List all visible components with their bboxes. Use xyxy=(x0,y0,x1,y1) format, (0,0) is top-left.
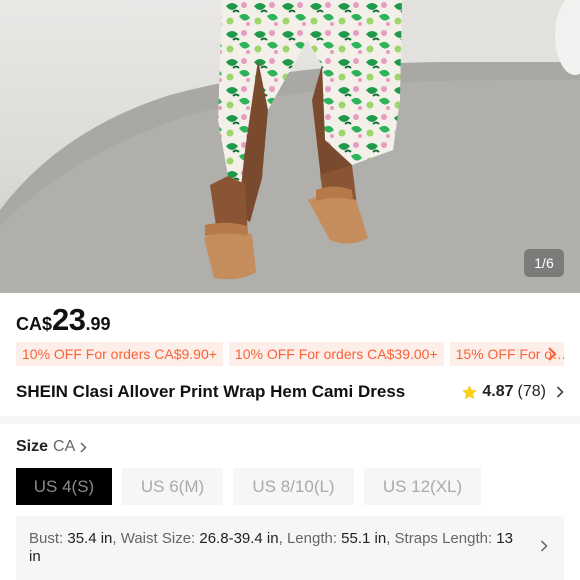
product-title-row: SHEIN Clasi Allover Print Wrap Hem Cami … xyxy=(16,381,564,403)
size-option-us-8-10-l[interactable]: US 8/10(L) xyxy=(233,468,354,505)
review-count: (78) xyxy=(517,383,546,400)
coupon-more-button[interactable] xyxy=(540,342,564,366)
price-decimal: .99 xyxy=(85,314,111,334)
coupon-badge[interactable]: 10% OFF For orders CA$9.90+ xyxy=(16,342,223,366)
chevron-right-icon xyxy=(80,441,87,453)
waist-label: , Waist Size: xyxy=(112,530,200,547)
product-photo xyxy=(0,0,580,293)
product-image[interactable]: 1/6 xyxy=(0,0,580,293)
section-divider xyxy=(0,416,580,424)
size-option-us-12-xl[interactable]: US 12(XL) xyxy=(364,468,481,505)
waist-value: 26.8-39.4 in xyxy=(199,530,279,547)
rating-summary[interactable]: 4.87 (78) xyxy=(461,383,564,401)
coupon-list[interactable]: 10% OFF For orders CA$9.90+ 10% OFF For … xyxy=(16,342,564,366)
bust-label: Bust: xyxy=(29,530,68,547)
size-option-us-4-s[interactable]: US 4(S) xyxy=(16,468,112,505)
chevron-right-icon xyxy=(556,386,564,398)
length-label: , Length: xyxy=(278,530,342,547)
size-label: Size xyxy=(16,438,49,455)
length-value: 55.1 in xyxy=(341,530,387,547)
straps-label: , Straps Length: xyxy=(386,530,497,547)
chevron-right-icon xyxy=(540,540,548,552)
size-options: US 4(S) US 6(M) US 8/10(L) US 12(XL) xyxy=(16,468,481,505)
chevron-right-icon xyxy=(548,347,557,361)
coupon-badge[interactable]: 10% OFF For orders CA$39.00+ xyxy=(228,342,444,366)
bust-value: 35.4 in xyxy=(67,530,113,547)
size-option-us-6-m[interactable]: US 6(M) xyxy=(122,468,223,505)
size-region[interactable]: CA xyxy=(53,438,75,456)
size-header[interactable]: Size CA xyxy=(16,438,87,456)
image-counter: 1/6 xyxy=(524,249,564,277)
rating-score: 4.87 xyxy=(482,383,514,400)
price-currency: CA$ xyxy=(16,314,53,334)
size-measurements[interactable]: Bust: 35.4 in, Waist Size: 26.8-39.4 in,… xyxy=(16,516,564,580)
product-title: SHEIN Clasi Allover Print Wrap Hem Cami … xyxy=(16,382,406,401)
price-integer: 23 xyxy=(52,302,86,337)
star-icon xyxy=(462,384,478,399)
price: CA$ 23 .99 xyxy=(16,302,111,338)
